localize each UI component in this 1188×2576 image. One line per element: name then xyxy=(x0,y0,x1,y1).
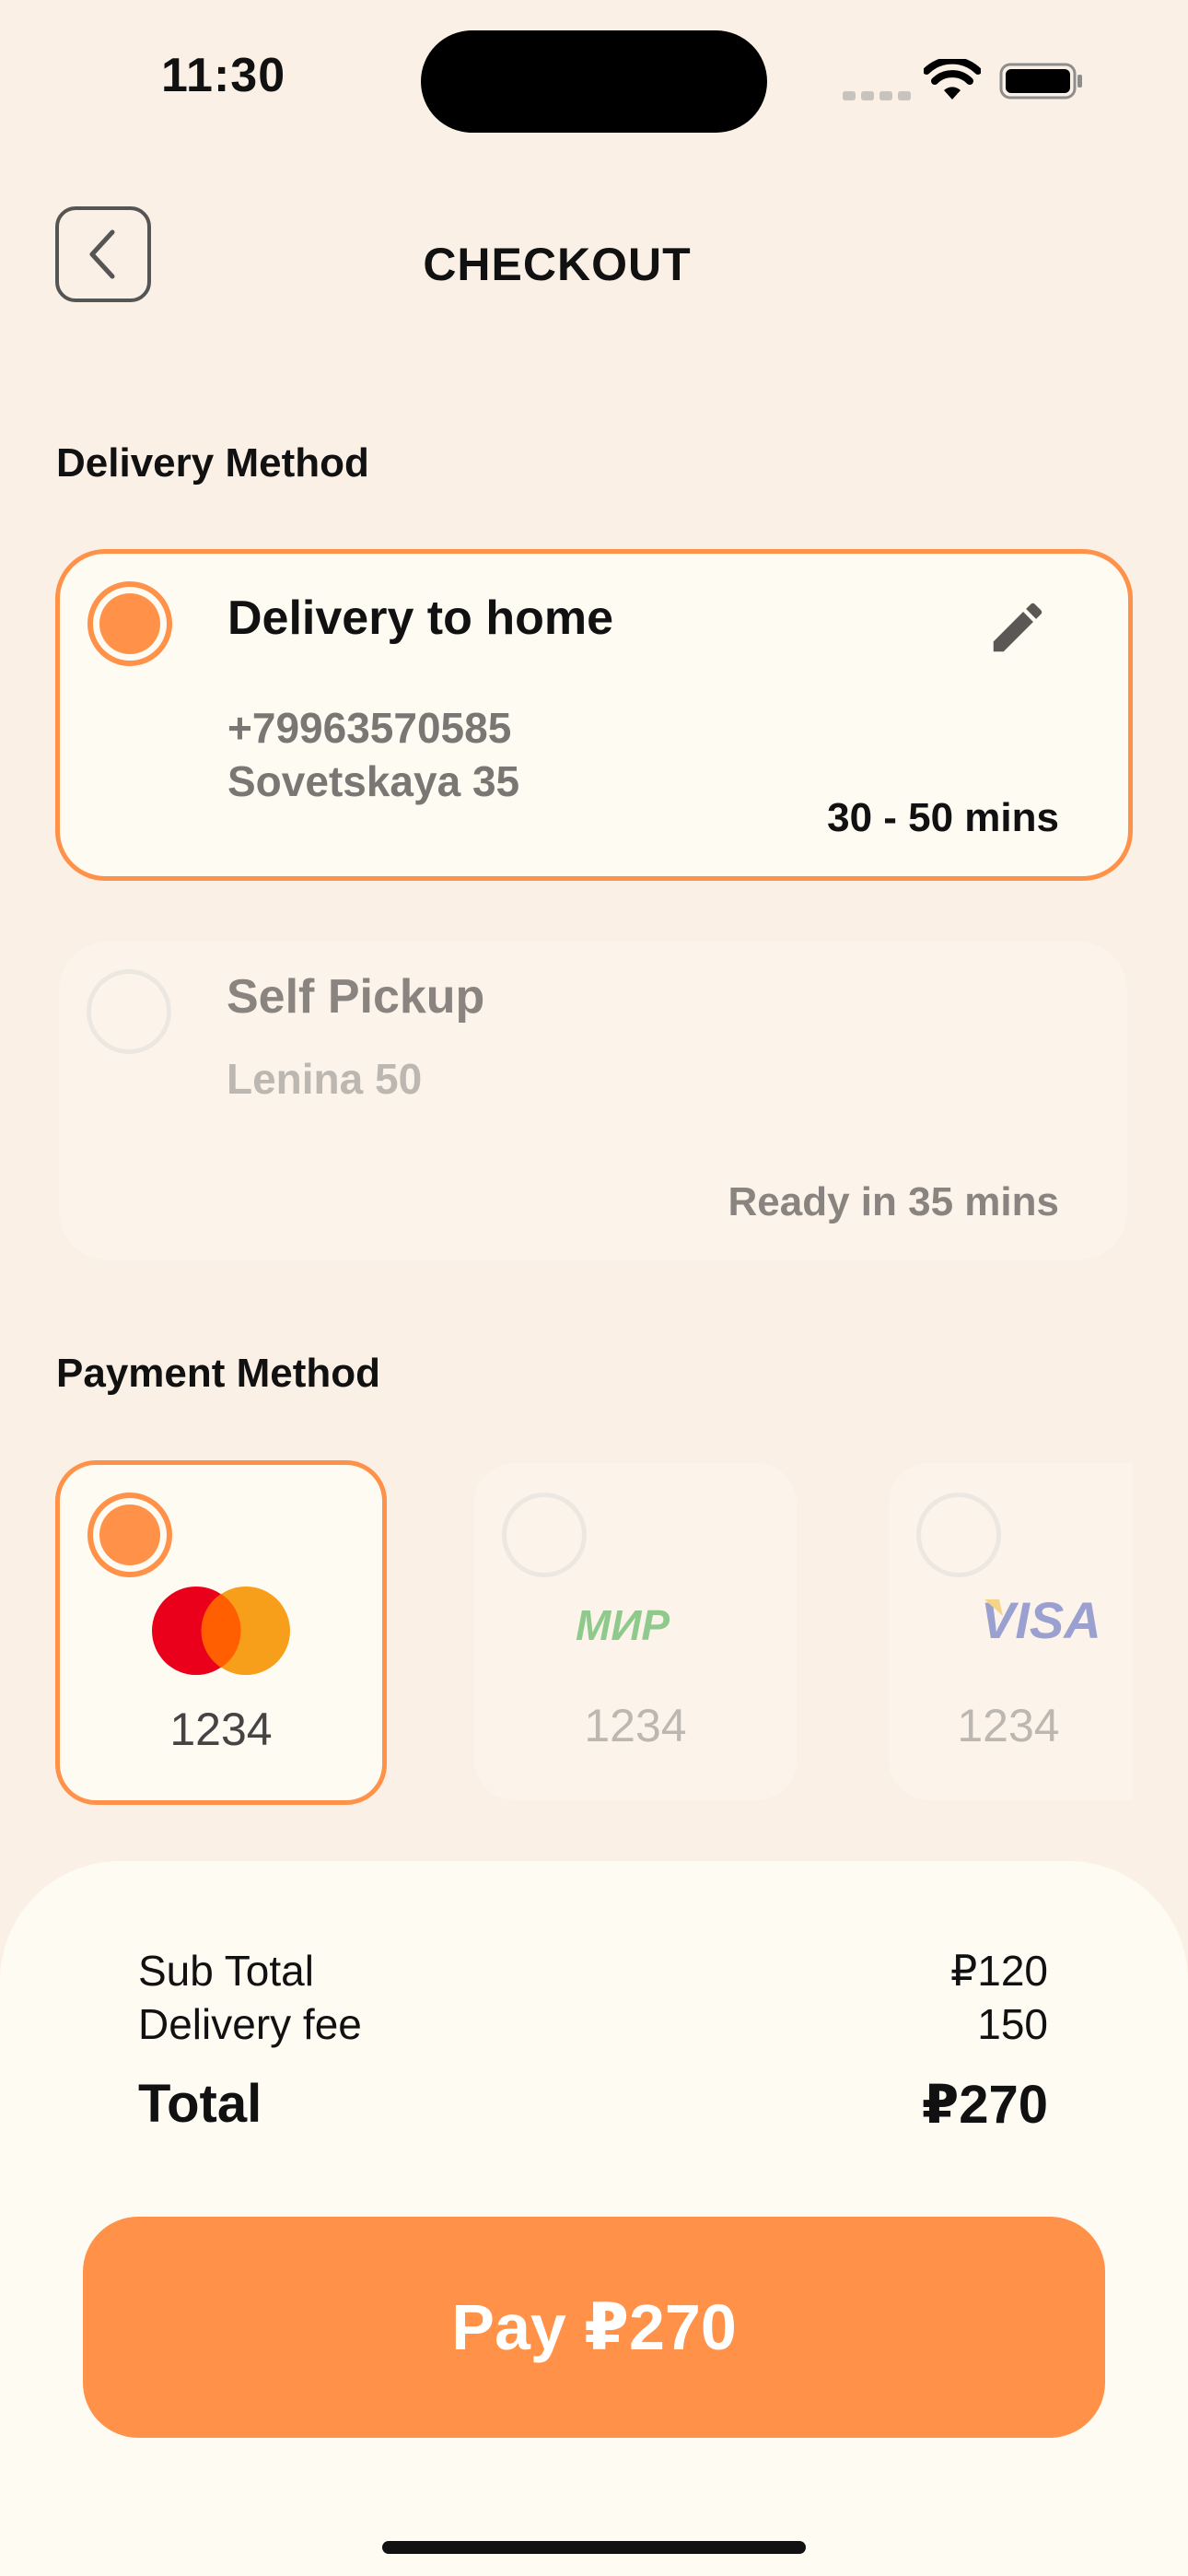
delivery-fee-row: Delivery fee 150 xyxy=(138,1999,1048,2049)
delivery-method-heading: Delivery Method xyxy=(56,440,369,486)
delivery-option-title: Delivery to home xyxy=(227,591,614,645)
delivery-fee-label: Delivery fee xyxy=(138,2000,362,2048)
dynamic-island xyxy=(421,30,767,133)
radio-selected[interactable] xyxy=(87,1493,172,1577)
cellular-signal-icon xyxy=(843,88,916,105)
mir-logo-icon: МИР xyxy=(576,1601,670,1647)
card-last-digits: 1234 xyxy=(957,1700,1060,1751)
delivery-eta: 30 - 50 mins xyxy=(827,795,1059,840)
mir-logo-text: МИР xyxy=(576,1601,670,1647)
delivery-phone: +79963570585 xyxy=(227,704,512,752)
delivery-option-home[interactable]: Delivery to home +79963570585 Sovetskaya… xyxy=(55,549,1133,881)
subtotal-row: Sub Total ₽120 xyxy=(138,1946,1048,1996)
total-value: ₽270 xyxy=(921,2075,1048,2135)
pay-button[interactable]: Pay ₽270 xyxy=(83,2217,1105,2438)
card-last-digits: 1234 xyxy=(584,1700,687,1751)
pickup-address: Lenina 50 xyxy=(227,1055,423,1103)
wifi-icon xyxy=(924,59,981,100)
payment-card-visa[interactable]: VISA 1234 xyxy=(889,1463,1133,1800)
status-time: 11:30 xyxy=(161,49,286,102)
subtotal-label: Sub Total xyxy=(138,1947,314,1995)
radio-selected[interactable] xyxy=(87,581,172,666)
total-row: Total ₽270 xyxy=(138,2073,1048,2136)
card-last-digits: 1234 xyxy=(169,1704,273,1755)
delivery-address: Sovetskaya 35 xyxy=(227,757,520,805)
delivery-fee-value: 150 xyxy=(977,2000,1048,2048)
subtotal-value: ₽120 xyxy=(949,1947,1048,1995)
delivery-option-pickup[interactable]: Self Pickup Lenina 50 Ready in 35 mins xyxy=(59,942,1127,1260)
battery-icon xyxy=(999,63,1082,100)
radio-unselected[interactable] xyxy=(502,1493,587,1577)
radio-unselected[interactable] xyxy=(87,969,171,1054)
visa-logo-icon: VISA xyxy=(981,1592,1101,1647)
delivery-option-title: Self Pickup xyxy=(227,970,485,1024)
mastercard-logo-icon xyxy=(152,1587,290,1675)
total-label: Total xyxy=(138,2074,262,2134)
payment-card-mastercard[interactable]: 1234 xyxy=(55,1460,387,1805)
page-title: CHECKOUT xyxy=(423,239,692,290)
radio-unselected[interactable] xyxy=(916,1493,1001,1577)
payment-method-heading: Payment Method xyxy=(56,1351,381,1396)
edit-pencil-icon[interactable] xyxy=(985,595,1050,660)
pickup-eta: Ready in 35 mins xyxy=(728,1179,1059,1224)
home-indicator xyxy=(382,2541,806,2554)
payment-card-mir[interactable]: МИР 1234 xyxy=(474,1463,797,1800)
